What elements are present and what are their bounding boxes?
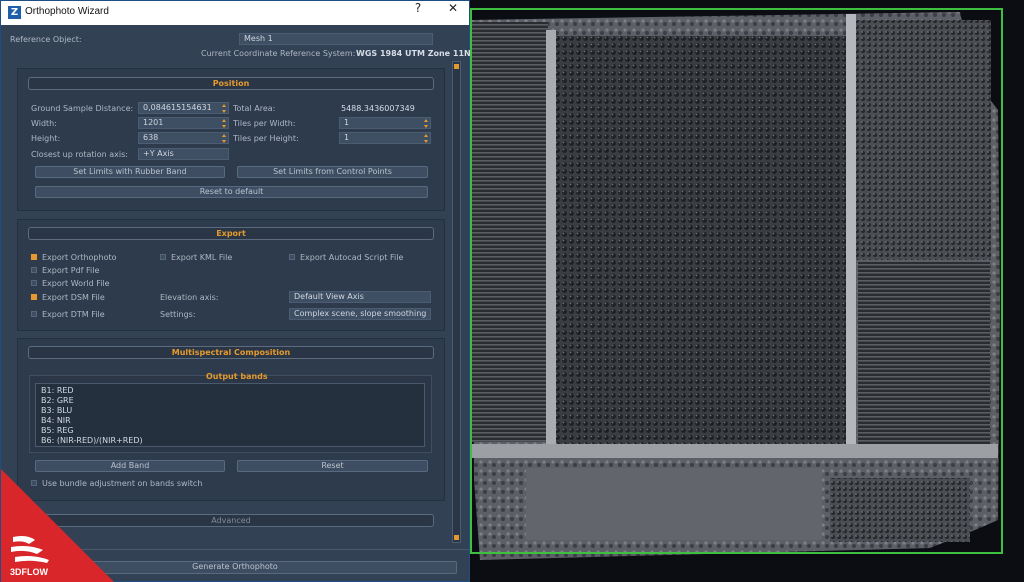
width-value: 1201 <box>143 118 164 127</box>
position-header[interactable]: Position <box>28 77 434 90</box>
orthophoto-wizard-dialog: Z Orthophoto Wizard ? ✕ Reference Object… <box>0 0 471 582</box>
reset-bands-button[interactable]: Reset <box>237 460 428 472</box>
band-list-item[interactable]: B5: REG <box>41 426 74 435</box>
tiles-height-input[interactable]: 1 <box>339 132 431 144</box>
height-value: 638 <box>143 133 159 142</box>
dialog-scrollbar[interactable] <box>452 61 461 543</box>
height-label: Height: <box>31 134 61 143</box>
output-bands-label: Output bands <box>206 372 268 381</box>
tiles-height-label: Tiles per Height: <box>233 134 299 143</box>
band-list-item[interactable]: B3: BLU <box>41 406 72 415</box>
left-field <box>472 22 548 442</box>
output-bands-list[interactable]: B1: RED B2: GRE B3: BLU B4: NIR B5: REG B6: (… <box>35 383 425 447</box>
gsd-value: 0,084615154631 <box>143 103 212 112</box>
export-dtm-checkbox[interactable] <box>31 311 37 317</box>
total-area-value: 5488.3436007349 <box>341 104 415 113</box>
app-icon: Z <box>8 6 21 19</box>
export-autocad-checkbox[interactable] <box>289 254 295 260</box>
export-pdf-label: Export Pdf File <box>42 266 100 275</box>
export-pdf-checkbox[interactable] <box>31 267 37 273</box>
export-world-label: Export World File <box>42 279 110 288</box>
screen: Z Orthophoto Wizard ? ✕ Reference Object… <box>0 0 1024 582</box>
tiles-width-input[interactable]: 1 <box>339 117 431 129</box>
gsd-input[interactable]: 0,084615154631 <box>138 102 229 114</box>
window-title: Orthophoto Wizard <box>25 6 109 17</box>
gsd-label: Ground Sample Distance: <box>31 104 134 113</box>
export-kml-label: Export KML File <box>171 253 233 262</box>
right-field <box>856 20 991 260</box>
settings-select[interactable]: Complex scene, slope smoothing <box>289 308 431 320</box>
gsd-spin-icon[interactable] <box>222 104 227 113</box>
bottom-parcel <box>526 468 822 540</box>
road-left <box>546 30 556 450</box>
crs-label: Current Coordinate Reference System: <box>201 49 356 58</box>
right-lower-field <box>858 262 990 452</box>
export-kml-checkbox[interactable] <box>160 254 166 260</box>
orthophoto-preview[interactable] <box>470 0 1024 582</box>
tiles-width-label: Tiles per Width: <box>233 119 296 128</box>
width-label: Width: <box>31 119 57 128</box>
elevation-axis-select[interactable]: Default View Axis <box>289 291 431 303</box>
export-orthophoto-label: Export Orthophoto <box>42 253 117 262</box>
band-list-item[interactable]: B1: RED <box>41 386 74 395</box>
tiles-height-spin-icon[interactable] <box>424 134 429 143</box>
export-dsm-checkbox[interactable] <box>31 294 37 300</box>
title-bar[interactable]: Z Orthophoto Wizard ? ✕ <box>1 1 469 25</box>
rotation-axis-label: Closest up rotation axis: <box>31 150 128 159</box>
reference-object-select[interactable]: Mesh 1 <box>239 33 433 45</box>
band-list-item[interactable]: B4: NIR <box>41 416 71 425</box>
reference-object-label: Reference Object: <box>10 35 82 44</box>
export-header[interactable]: Export <box>28 227 434 240</box>
3d-viewport[interactable] <box>470 0 1024 582</box>
crs-value: WGS 1984 UTM Zone 11N <box>356 49 471 58</box>
set-limits-rubber-band-button[interactable]: Set Limits with Rubber Band <box>35 166 225 178</box>
height-spin-icon[interactable] <box>222 134 227 143</box>
help-button[interactable]: ? <box>403 1 433 25</box>
central-orchard <box>556 36 846 444</box>
multispectral-header[interactable]: Multispectral Composition <box>28 346 434 359</box>
export-orthophoto-checkbox[interactable] <box>31 254 37 260</box>
tiles-height-value: 1 <box>344 133 350 142</box>
bottom-right-parcel <box>830 478 970 542</box>
total-area-label: Total Area: <box>233 104 276 113</box>
height-input[interactable]: 638 <box>138 132 229 144</box>
brand-logo-text: 3DFLOW <box>10 567 48 577</box>
export-world-checkbox[interactable] <box>31 280 37 286</box>
set-limits-control-points-button[interactable]: Set Limits from Control Points <box>237 166 428 178</box>
scroll-up-icon[interactable] <box>454 64 459 69</box>
road-bottom <box>472 444 998 458</box>
export-dtm-label: Export DTM File <box>42 310 105 319</box>
band-list-item[interactable]: B2: GRE <box>41 396 74 405</box>
tiles-width-spin-icon[interactable] <box>424 119 429 128</box>
3dflow-logo-icon <box>11 536 49 563</box>
road-right <box>846 14 856 454</box>
scroll-down-icon[interactable] <box>454 535 459 540</box>
width-spin-icon[interactable] <box>222 119 227 128</box>
elevation-axis-label: Elevation axis: <box>160 293 219 302</box>
reset-to-default-button[interactable]: Reset to default <box>35 186 428 198</box>
export-dsm-label: Export DSM File <box>42 293 105 302</box>
tiles-width-value: 1 <box>344 118 350 127</box>
close-button[interactable]: ✕ <box>438 1 468 25</box>
brand-corner <box>1 469 115 582</box>
rotation-axis-select[interactable]: +Y Axis <box>138 148 229 160</box>
settings-label: Settings: <box>160 310 196 319</box>
export-autocad-label: Export Autocad Script File <box>300 253 404 262</box>
band-list-item[interactable]: B6: (NIR-RED)/(NIR+RED) <box>41 436 143 445</box>
width-input[interactable]: 1201 <box>138 117 229 129</box>
